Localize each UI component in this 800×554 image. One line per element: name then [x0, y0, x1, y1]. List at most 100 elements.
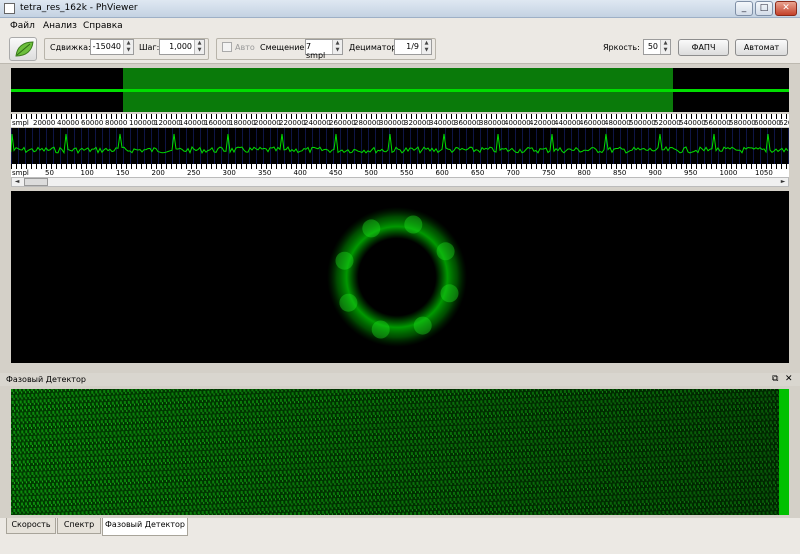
- ruler-tick-label: 350: [258, 169, 272, 177]
- ruler-tick-label: 140000: [179, 119, 206, 127]
- detail-trace[interactable]: [11, 128, 789, 164]
- ruler-tick-label: 620000: [779, 119, 789, 127]
- ruler-tick-label: 460000: [579, 119, 606, 127]
- scroll-thumb[interactable]: [24, 178, 48, 186]
- ruler-tick-label: 600: [435, 169, 449, 177]
- tab-phase-detector[interactable]: Фазовый Детектор: [102, 518, 188, 536]
- scroll-left-arrow[interactable]: ◄: [12, 178, 22, 186]
- menu-analysis[interactable]: Анализ: [43, 21, 77, 31]
- detail-scrollbar[interactable]: ◄ ►: [11, 177, 789, 187]
- brightness-label: Яркость:: [603, 43, 640, 52]
- ruler-tick-label: 500: [364, 169, 378, 177]
- constellation-cluster: [339, 293, 358, 312]
- ruler-tick-label: 550: [400, 169, 414, 177]
- ruler-tick-label: 950: [684, 169, 698, 177]
- offset-input[interactable]: 7 smpl ▲ ▼: [305, 39, 343, 60]
- ruler-tick-label: 540000: [679, 119, 706, 127]
- ruler-tick-label: 440000: [554, 119, 581, 127]
- ruler-tick-label: 200000: [254, 119, 281, 127]
- detail-ruler: smpl 50 100 150 200 250 300 350 400 450 500 550 600…: [11, 164, 789, 177]
- constellation-cluster: [440, 284, 459, 303]
- ruler-tick-label: 750: [542, 169, 556, 177]
- scroll-right-arrow[interactable]: ►: [778, 178, 788, 186]
- menu-help[interactable]: Справка: [83, 21, 123, 31]
- dock-close-icon[interactable]: ✕: [785, 373, 793, 386]
- app-icon: [4, 3, 15, 14]
- phase-detector-dock-title: Фазовый Детектор ⧉ ✕: [0, 373, 800, 386]
- tab-speed[interactable]: Скорость: [6, 518, 56, 534]
- open-button[interactable]: [9, 37, 37, 61]
- step-value: 1,000: [169, 42, 192, 51]
- ruler-tick-label: 1000: [719, 169, 738, 177]
- menu-file[interactable]: Файл: [10, 21, 35, 31]
- phase-shade: [11, 389, 779, 515]
- ruler-tick-label: 240000: [304, 119, 331, 127]
- decimator-stepper-arrows[interactable]: ▲ ▼: [421, 40, 431, 54]
- constellation-view: [11, 191, 789, 363]
- constellation-cluster: [362, 219, 381, 238]
- ruler-tick-label: 300: [222, 169, 236, 177]
- overview-waveform-svg: [11, 68, 789, 112]
- ruler-tick-label: 120000: [154, 119, 181, 127]
- shift-label: Сдвижка:: [50, 43, 91, 52]
- pll-button[interactable]: ФАПЧ: [678, 39, 729, 56]
- shift-stepper-arrows[interactable]: ▲ ▼: [123, 40, 133, 54]
- overview-ruler: smpl 20000 40000 60000 80000 100000120000140…: [11, 114, 789, 127]
- auto-checkbox[interactable]: [222, 42, 232, 52]
- step-input[interactable]: 1,000 ▲ ▼: [159, 39, 205, 55]
- constellation-cluster: [335, 251, 354, 270]
- offset-value: 7 smpl: [306, 42, 326, 60]
- ruler-tick-label: 650: [471, 169, 485, 177]
- decimator-input[interactable]: 1/9 ▲ ▼: [394, 39, 432, 55]
- brightness-stepper-arrows[interactable]: ▲ ▼: [660, 40, 670, 54]
- maximize-button[interactable]: □: [755, 1, 773, 16]
- brightness-input[interactable]: 50 ▲ ▼: [643, 39, 671, 55]
- bottom-tab-bar: Скорость Спектр Фазовый Детектор: [0, 518, 800, 554]
- ruler-tick-label: 250: [187, 169, 201, 177]
- menu-bar: Файл Анализ Справка: [0, 18, 800, 34]
- decimator-value: 1/9: [406, 42, 419, 51]
- brightness-value: 50: [647, 42, 658, 51]
- phase-detector-view: [11, 389, 789, 515]
- constellation-svg: [327, 207, 467, 347]
- offset-stepper-arrows[interactable]: ▲ ▼: [332, 40, 342, 54]
- ruler-tick-label: 600000: [754, 119, 781, 127]
- phase-right-band: [779, 389, 789, 515]
- tab-spectrum[interactable]: Спектр: [57, 518, 101, 534]
- overview-waveform[interactable]: [11, 68, 789, 112]
- ruler-tick-label: 20000: [33, 119, 56, 127]
- ruler-tick-label: 400: [293, 169, 307, 177]
- minimize-button[interactable]: _: [735, 1, 753, 16]
- ruler-tick-label: 850: [613, 169, 627, 177]
- ruler-tick-label: 220000: [279, 119, 306, 127]
- ruler-tick-label: 160000: [204, 119, 231, 127]
- ruler-tick-label: 150: [116, 169, 130, 177]
- close-button[interactable]: ✕: [775, 1, 797, 16]
- dock-float-icon[interactable]: ⧉: [772, 373, 778, 386]
- constellation-cluster: [371, 320, 390, 339]
- window-title: tetra_res_162k - PhViewer: [20, 3, 138, 13]
- phase-detector-svg: [11, 389, 789, 515]
- shift-input[interactable]: -15040 ▲ ▼: [90, 39, 134, 55]
- detail-ruler-unit: smpl: [12, 169, 29, 177]
- ruler-tick-label: 340000: [429, 119, 456, 127]
- step-stepper-arrows[interactable]: ▲ ▼: [194, 40, 204, 54]
- ruler-tick-label: 1050: [755, 169, 773, 177]
- ruler-tick-label: 80000: [105, 119, 128, 127]
- ruler-tick-label: 360000: [454, 119, 481, 127]
- ruler-tick-label: 100: [80, 169, 94, 177]
- ruler-tick-label: 400000: [504, 119, 531, 127]
- overview-ruler-unit: smpl: [12, 119, 29, 127]
- constellation-ring: [327, 207, 467, 347]
- dock-title-label: Фазовый Детектор: [6, 375, 86, 384]
- ruler-tick-label: 100000: [129, 119, 156, 127]
- auto-mode-button[interactable]: Автомат: [735, 39, 788, 56]
- ruler-tick-label: 380000: [479, 119, 506, 127]
- constellation-cluster: [413, 316, 432, 335]
- overview-signal-line: [11, 89, 789, 92]
- ruler-tick-label: 580000: [729, 119, 756, 127]
- ruler-tick-label: 280000: [354, 119, 381, 127]
- ruler-tick-label: 500000: [629, 119, 656, 127]
- ruler-tick-label: 800: [577, 169, 591, 177]
- ruler-tick-label: 560000: [704, 119, 731, 127]
